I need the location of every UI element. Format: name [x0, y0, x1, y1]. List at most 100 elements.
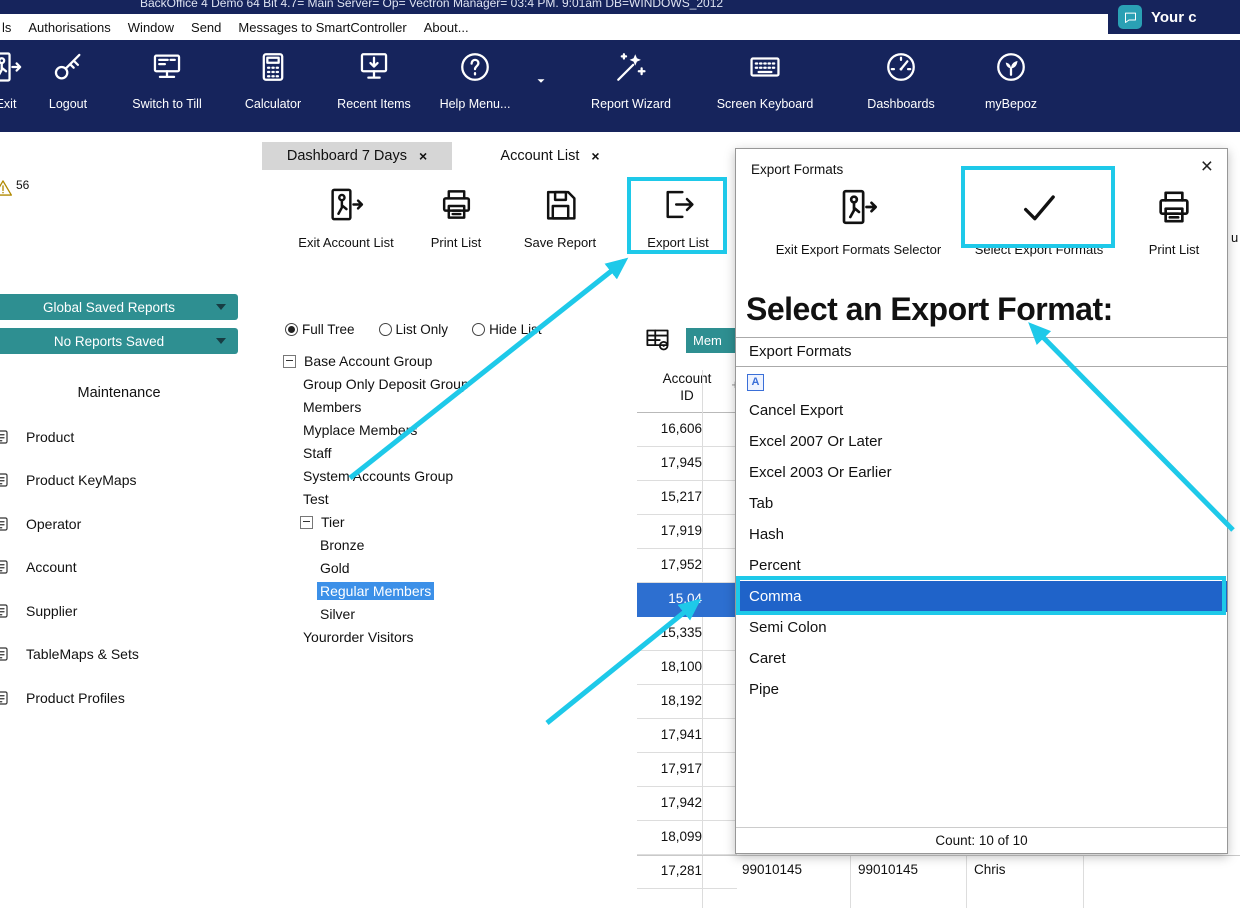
sidebar-item-operator[interactable]: Operator [0, 513, 238, 535]
row-divider [637, 855, 1240, 856]
table-row[interactable]: 17,281 [637, 855, 737, 889]
table-cell-account-number[interactable]: 99010145 [858, 862, 918, 877]
grid-filter-row[interactable]: A [736, 367, 1227, 395]
export-format-item[interactable]: Semi Colon [736, 612, 1227, 643]
radio-dot-icon [472, 323, 485, 336]
tree-item[interactable]: Group Only Deposit Group [300, 373, 472, 395]
table-row[interactable]: 18,192 [637, 685, 737, 719]
table-row[interactable]: 16,606 [637, 413, 737, 447]
radio-hide-list[interactable]: Hide List [472, 322, 542, 337]
grid-column-header[interactable]: Export Formats [736, 337, 1227, 367]
menu-item-clipped[interactable]: ls [2, 20, 11, 35]
tree-item-selected[interactable]: Regular Members [317, 580, 434, 602]
warning-triangle-icon [0, 178, 13, 198]
table-row[interactable]: 18,099 [637, 821, 737, 855]
sidebar-item-tablemaps-sets[interactable]: TableMaps & Sets [0, 643, 238, 665]
auto-filter-icon[interactable]: A [747, 374, 764, 391]
export-format-item[interactable]: Caret [736, 643, 1227, 674]
select-export-formats-button[interactable]: Select Export Formats [964, 187, 1114, 257]
tree-item[interactable]: Bronze [317, 534, 367, 556]
tree-item[interactable]: System Accounts Group [300, 465, 456, 487]
export-format-item[interactable]: Excel 2007 Or Later [736, 426, 1227, 457]
table-row[interactable]: 17,917 [637, 753, 737, 787]
dashboards-button[interactable]: Dashboards [846, 50, 956, 126]
menu-item-about[interactable]: About... [424, 20, 469, 35]
column-header-account-id[interactable]: Account ID + [637, 370, 737, 404]
help-menu-button[interactable]: Help Menu... [430, 50, 520, 126]
export-format-item[interactable]: Tab [736, 488, 1227, 519]
export-list-button[interactable]: Export List [633, 186, 723, 252]
no-reports-saved-dropdown[interactable]: No Reports Saved [0, 328, 238, 354]
table-row-selected[interactable]: 15,04 [637, 583, 737, 617]
mybepoz-button[interactable]: myBepoz [966, 50, 1056, 126]
tree-collapse-icon[interactable] [300, 516, 313, 529]
member-view-badge[interactable]: Mem [686, 328, 736, 353]
exit-export-formats-selector-button[interactable]: Exit Export Formats Selector [746, 187, 971, 257]
tree-item[interactable]: Members [300, 396, 364, 418]
table-row[interactable]: 17,919 [637, 515, 737, 549]
dialog-close-icon[interactable]: × [1201, 155, 1213, 179]
tab-dashboard-7-days[interactable]: Dashboard 7 Days × [262, 142, 452, 170]
list-view-eye-icon[interactable] [644, 326, 671, 353]
table-row[interactable]: 18,100 [637, 651, 737, 685]
table-cell-member-number[interactable]: 99010145 [742, 862, 802, 877]
tree-collapse-icon[interactable] [283, 355, 296, 368]
tree-view-options: Full Tree List Only Hide List [285, 322, 542, 337]
tree-item[interactable]: Yourorder Visitors [300, 626, 417, 648]
export-format-item-selected[interactable]: Comma [736, 581, 1227, 612]
sidebar-item-product[interactable]: Product [0, 426, 238, 448]
tree-item-base-account-group[interactable]: Base Account Group [283, 350, 435, 372]
radio-list-only[interactable]: List Only [379, 322, 449, 337]
export-format-item[interactable]: Percent [736, 550, 1227, 581]
table-row[interactable]: 15,217 [637, 481, 737, 515]
report-wizard-button[interactable]: Report Wizard [576, 50, 686, 126]
notification-toast[interactable]: Your c [1108, 0, 1240, 34]
calculator-button[interactable]: Calculator [228, 50, 318, 126]
alert-badge[interactable]: 56 [0, 178, 29, 198]
table-row[interactable]: 17,945 [637, 447, 737, 481]
export-format-item[interactable]: Hash [736, 519, 1227, 550]
tree-item[interactable]: Test [300, 488, 332, 510]
sidebar-item-product-keymaps[interactable]: Product KeyMaps [0, 469, 238, 491]
recent-items-button[interactable]: Recent Items [326, 50, 422, 126]
print-list-button[interactable]: Print List [417, 186, 495, 252]
export-format-item[interactable]: Excel 2003 Or Earlier [736, 457, 1227, 488]
screen-keyboard-button[interactable]: Screen Keyboard [700, 50, 830, 126]
sidebar-item-product-profiles[interactable]: Product Profiles [0, 687, 238, 709]
tree-item-tier[interactable]: Tier [300, 511, 348, 533]
global-saved-reports-dropdown[interactable]: Global Saved Reports [0, 294, 238, 320]
tree-item[interactable]: Myplace Members [300, 419, 420, 441]
checkmark-icon [1019, 187, 1059, 227]
radio-full-tree[interactable]: Full Tree [285, 322, 355, 337]
tab-close-icon[interactable]: × [591, 148, 599, 164]
table-row[interactable]: 17,952 [637, 549, 737, 583]
table-row[interactable]: 17,942 [637, 787, 737, 821]
tab-label: Account List [500, 148, 579, 164]
table-row[interactable]: 17,941 [637, 719, 737, 753]
menu-item-window[interactable]: Window [128, 20, 174, 35]
table-row[interactable]: 15,335 [637, 617, 737, 651]
export-format-item[interactable]: Cancel Export [736, 395, 1227, 426]
tree-item[interactable]: Silver [317, 603, 358, 625]
window-title: BackOffice 4 Demo 64 Bit 4.7= Main Serve… [140, 0, 723, 10]
alert-count: 56 [16, 178, 29, 192]
switch-to-till-button[interactable]: Switch to Till [112, 50, 222, 126]
tab-close-icon[interactable]: × [419, 148, 427, 164]
table-cell-first-name[interactable]: Chris [974, 862, 1006, 877]
sidebar-item-supplier[interactable]: Supplier [0, 600, 238, 622]
menu-item-authorisations[interactable]: Authorisations [28, 20, 110, 35]
menu-item-send[interactable]: Send [191, 20, 221, 35]
export-format-item[interactable]: Pipe [736, 674, 1227, 705]
logout-button[interactable]: Logout [28, 50, 108, 126]
exit-account-list-button[interactable]: Exit Account List [290, 186, 402, 252]
notification-text: Your c [1151, 9, 1197, 26]
tree-item[interactable]: Staff [300, 442, 335, 464]
save-report-button[interactable]: Save Report [515, 186, 605, 252]
help-menu-chevron-down-icon[interactable] [534, 74, 548, 88]
dialog-print-list-button[interactable]: Print List [1134, 187, 1214, 257]
export-formats-dialog: Export Formats × Exit Export Formats Sel… [735, 148, 1228, 854]
sidebar-item-account[interactable]: Account [0, 556, 238, 578]
menu-item-messages-smartcontroller[interactable]: Messages to SmartController [238, 20, 406, 35]
tree-item[interactable]: Gold [317, 557, 353, 579]
tab-account-list[interactable]: Account List × [470, 142, 630, 170]
